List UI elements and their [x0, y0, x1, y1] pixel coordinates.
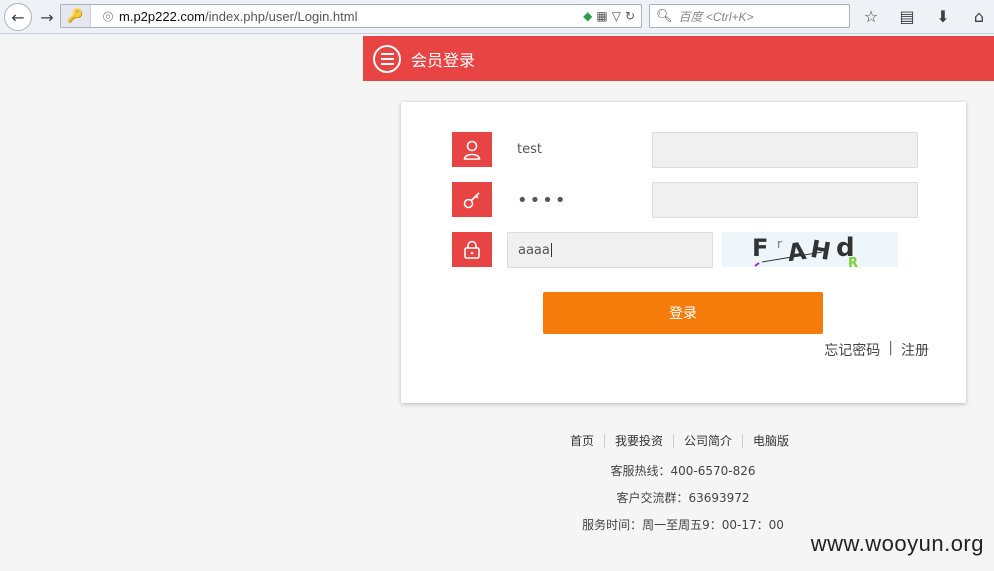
forward-button[interactable]: →: [33, 3, 61, 31]
footer-hotline: 客服热线：400-6570-826: [610, 464, 756, 478]
key-icon: 🔑: [61, 5, 91, 27]
lock-icon: [452, 232, 492, 267]
arrow-right-icon: →: [40, 7, 54, 27]
page-header: 会员登录: [363, 36, 994, 81]
search-placeholder: 百度 <Ctrl+K>: [678, 9, 754, 24]
browser-toolbar: ← → 🔑 ◎ m.p2p222.com/index.php/user/Logi…: [0, 0, 994, 34]
captcha-image[interactable]: F r A H d R: [722, 232, 898, 267]
bookmark-star-icon[interactable]: ☆: [858, 4, 884, 28]
svg-text:F: F: [752, 234, 768, 262]
footer-link-desktop[interactable]: 电脑版: [742, 434, 799, 448]
forgot-password-link[interactable]: 忘记密码: [824, 340, 880, 360]
dropdown-icon[interactable]: ▽: [612, 9, 621, 23]
password-value[interactable]: ••••: [517, 190, 567, 211]
svg-text:R: R: [848, 256, 858, 267]
svg-text:r: r: [777, 237, 782, 251]
link-separator: |: [888, 340, 893, 356]
captcha-value: aaaa: [518, 242, 550, 258]
url-bar[interactable]: 🔑 ◎ m.p2p222.com/index.php/user/Login.ht…: [60, 4, 642, 28]
watermark: www.wooyun.org: [810, 531, 984, 556]
password-row: ••••: [452, 182, 918, 218]
footer-link-about[interactable]: 公司简介: [673, 434, 742, 448]
menu-icon[interactable]: [373, 44, 401, 73]
password-input[interactable]: [652, 182, 918, 218]
url-text[interactable]: m.p2p222.com/index.php/user/Login.html: [119, 9, 583, 24]
login-button[interactable]: 登录: [543, 292, 823, 334]
home-icon[interactable]: ⌂: [966, 4, 992, 28]
captcha-row: aaaa F r A H d R: [452, 232, 918, 268]
url-path: /index.php/user/Login.html: [205, 8, 358, 24]
search-bar[interactable]: 🔍︎ 百度 <Ctrl+K>: [649, 4, 850, 28]
footer-hours: 服务时间：周一至周五9：00-17：00: [582, 518, 784, 532]
back-button[interactable]: ←: [4, 3, 32, 31]
captcha-input[interactable]: aaaa: [507, 232, 713, 268]
clipboard-icon[interactable]: ▤: [894, 4, 920, 28]
username-row: test: [452, 132, 918, 168]
username-input[interactable]: [652, 132, 918, 168]
svg-text:H: H: [808, 235, 833, 266]
register-link[interactable]: 注册: [901, 340, 929, 360]
login-card: test •••• aaaa F r A H d R 登录 忘记密码 | 注册: [401, 102, 966, 403]
arrow-left-icon: ←: [11, 7, 25, 27]
footer-link-home[interactable]: 首页: [560, 434, 604, 448]
page-title: 会员登录: [411, 50, 476, 70]
search-icon: 🔍︎: [656, 8, 673, 24]
key-icon: [452, 182, 492, 217]
shield-icon[interactable]: ◆: [583, 9, 592, 23]
user-icon: [452, 132, 492, 167]
footer-group: 客户交流群：63693972: [616, 491, 750, 505]
download-icon[interactable]: ⬇: [930, 4, 956, 28]
svg-text:A: A: [786, 237, 809, 267]
auth-links: 忘记密码 | 注册: [824, 340, 929, 360]
globe-icon: ◎: [102, 8, 114, 24]
username-value[interactable]: test: [517, 142, 542, 157]
reload-icon[interactable]: ↻: [625, 9, 635, 23]
qr-code-icon[interactable]: ▦: [596, 9, 607, 23]
footer-link-invest[interactable]: 我要投资: [604, 434, 673, 448]
footer-nav: 首页 我要投资 公司简介 电脑版: [560, 434, 799, 448]
url-host: m.p2p222.com: [119, 8, 205, 24]
